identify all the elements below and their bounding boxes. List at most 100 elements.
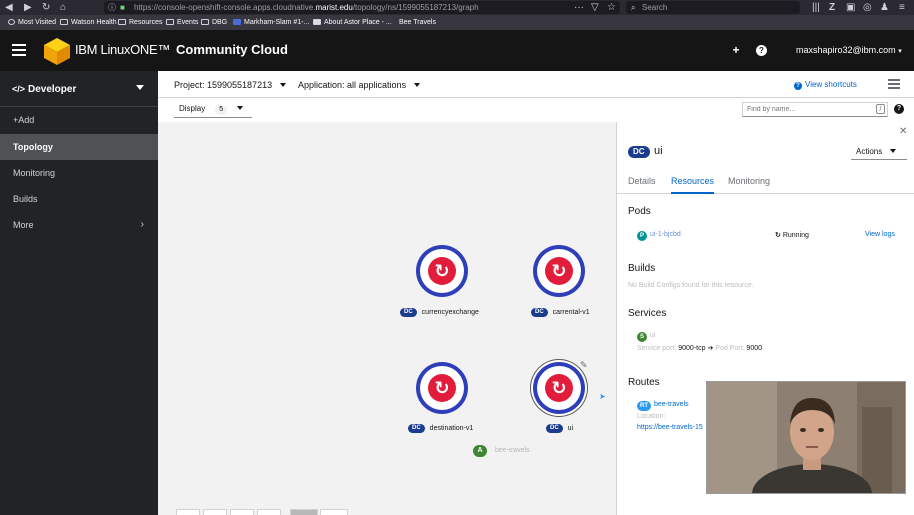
page-actions-icon[interactable]: ··· bbox=[574, 0, 584, 15]
pod-link[interactable]: Pui-1-bjcbd bbox=[637, 231, 681, 241]
dc-badge: DC bbox=[408, 424, 425, 433]
caret-down-icon bbox=[280, 83, 287, 87]
location-url[interactable]: https://bee-travels-15 bbox=[637, 424, 703, 431]
node-carrental-v1[interactable]: ↻ bbox=[533, 245, 585, 297]
node-currencyexchange[interactable]: ↻ bbox=[416, 245, 468, 297]
panel-tabs: Details Resources Monitoring bbox=[617, 170, 914, 194]
application-group-badge[interactable]: A bbox=[473, 445, 487, 457]
screenshot-icon[interactable]: ◎ bbox=[863, 0, 872, 15]
topology-canvas[interactable]: ↻ DC currencyexchange ↻ DC carrental-v1 ↻ … bbox=[158, 122, 616, 515]
bookmark-most-visited[interactable]: Most Visited bbox=[8, 15, 56, 30]
library-icon[interactable]: ||| bbox=[812, 0, 820, 15]
menu-icon[interactable]: ≡ bbox=[899, 0, 905, 15]
reset-view-button[interactable] bbox=[257, 509, 281, 515]
bookmark-watson-health[interactable]: Watson Health bbox=[60, 15, 117, 30]
close-icon[interactable]: ✕ bbox=[899, 126, 907, 137]
view-logs-link[interactable]: View logs bbox=[865, 231, 895, 238]
url-text: https://console-openshift-console.apps.c… bbox=[134, 3, 479, 12]
info-icon: ⓘ bbox=[108, 3, 116, 12]
sidebar-toggle-icon[interactable]: ▣ bbox=[846, 0, 855, 15]
sidebar-item-more[interactable]: More › bbox=[0, 212, 158, 238]
bookmark-dbg[interactable]: DBG bbox=[201, 15, 227, 30]
display-count-badge: 5 bbox=[215, 105, 228, 115]
openshift-icon: ↻ bbox=[545, 374, 573, 402]
tab-monitoring[interactable]: Monitoring bbox=[728, 170, 770, 194]
zoom-out-button[interactable] bbox=[203, 509, 227, 515]
layout-1-button[interactable] bbox=[290, 509, 318, 515]
node-label-destination[interactable]: DC destination-v1 bbox=[408, 423, 473, 435]
url-bar[interactable]: ⓘ ■ https://console-openshift-console.ap… bbox=[104, 1, 620, 14]
node-label-ui[interactable]: DC ui bbox=[546, 423, 573, 435]
back-icon[interactable]: ◀ bbox=[5, 0, 13, 15]
bookmark-bee-travels[interactable]: Bee Travels bbox=[392, 15, 436, 30]
add-plus-icon[interactable]: + bbox=[729, 43, 743, 57]
extension-icon[interactable]: ♟ bbox=[880, 0, 889, 15]
zoom-in-button[interactable] bbox=[176, 509, 200, 515]
panel-dc-badge: DC bbox=[628, 146, 650, 158]
topology-toolbar: Display5 / ? bbox=[158, 98, 914, 121]
display-options-dropdown[interactable]: Display 5 bbox=[174, 102, 252, 118]
bookmark-astor-place[interactable]: About Astor Place - ... bbox=[313, 15, 392, 30]
service-port-line: Service port: 9000-tcp ➔ Pod Port: 9000 bbox=[637, 345, 762, 352]
sidebar-item-topology[interactable]: Topology bbox=[0, 134, 158, 160]
bookmark-resources[interactable]: Resources bbox=[118, 15, 162, 30]
list-view-icon[interactable] bbox=[888, 79, 900, 89]
home-icon[interactable]: ⌂ bbox=[60, 0, 66, 15]
application-dropdown[interactable]: Application: all applications bbox=[298, 80, 421, 90]
project-bar: Project: 1599055187213 Application: all … bbox=[158, 71, 914, 98]
caret-down-icon bbox=[890, 149, 897, 153]
edge-arrow-icon[interactable]: ➤ bbox=[599, 392, 606, 401]
sidebar-item-builds[interactable]: Builds bbox=[0, 186, 158, 212]
user-menu[interactable]: maxshapiro32@ibm.com ▾ bbox=[796, 45, 902, 55]
perspective-label: Developer bbox=[28, 84, 77, 95]
question-circle-icon: ? bbox=[794, 82, 802, 90]
chevron-right-icon: › bbox=[140, 219, 144, 230]
service-badge: S bbox=[637, 332, 647, 342]
search-icon: ⌕ bbox=[631, 3, 636, 12]
reload-icon[interactable]: ↻ bbox=[42, 0, 50, 15]
node-ui[interactable]: ↻ bbox=[533, 362, 585, 414]
pocket-icon[interactable]: ▽ bbox=[591, 0, 599, 15]
fit-to-screen-button[interactable] bbox=[230, 509, 254, 515]
tab-resources[interactable]: Resources bbox=[671, 170, 715, 194]
layout-2-button[interactable] bbox=[320, 509, 348, 515]
sidebar-item-add[interactable]: +Add bbox=[0, 107, 158, 133]
search-placeholder: Search bbox=[642, 3, 668, 12]
view-shortcuts-link[interactable]: ? View shortcuts bbox=[794, 80, 857, 90]
help-question-icon[interactable]: ? bbox=[756, 45, 767, 56]
builds-section-title: Builds bbox=[628, 263, 656, 274]
find-by-name-input[interactable] bbox=[742, 102, 888, 117]
caret-down-icon bbox=[414, 83, 421, 87]
route-badge: RT bbox=[637, 401, 651, 411]
bookmark-events[interactable]: Events bbox=[166, 15, 198, 30]
node-label-carrental[interactable]: DC carrental-v1 bbox=[531, 307, 590, 319]
tab-details[interactable]: Details bbox=[628, 170, 656, 194]
application-group-label[interactable]: bee-travels bbox=[495, 445, 530, 457]
dc-badge: DC bbox=[400, 308, 417, 317]
openshift-icon: ↻ bbox=[428, 374, 456, 402]
location-label: Location: bbox=[637, 413, 666, 420]
sidebar-item-more-label: More bbox=[13, 220, 34, 230]
edit-source-icon[interactable]: ✎ bbox=[580, 360, 588, 371]
project-dropdown[interactable]: Project: 1599055187213 bbox=[174, 80, 287, 90]
help-icon[interactable]: ? bbox=[894, 104, 904, 114]
pod-status: ↻ Running bbox=[775, 232, 809, 239]
sidebar-item-monitoring[interactable]: Monitoring bbox=[0, 160, 158, 186]
openshift-icon: ↻ bbox=[545, 257, 573, 285]
browser-search-input[interactable]: ⌕ Search bbox=[626, 1, 800, 14]
sync-icon: ↻ bbox=[775, 232, 781, 239]
dc-badge: DC bbox=[531, 308, 548, 317]
brand-community-cloud: Community Cloud bbox=[176, 42, 288, 57]
lock-icon: ■ bbox=[120, 3, 125, 12]
route-link[interactable]: RT bee-travels bbox=[637, 401, 689, 411]
node-label-currencyexchange[interactable]: DC currencyexchange bbox=[400, 307, 479, 319]
bookmark-star-icon[interactable]: ☆ bbox=[607, 0, 616, 15]
node-destination-v1[interactable]: ↻ bbox=[416, 362, 468, 414]
hamburger-menu-icon[interactable] bbox=[12, 42, 26, 58]
zotero-icon[interactable]: Z bbox=[829, 0, 835, 15]
actions-dropdown[interactable]: Actions bbox=[851, 144, 907, 160]
forward-icon[interactable]: ▶ bbox=[24, 0, 32, 15]
service-link[interactable]: Sui bbox=[637, 332, 655, 342]
bookmark-markham-slam[interactable]: Markham-Slam #1-... bbox=[233, 15, 309, 30]
perspective-switcher[interactable]: </> Developer bbox=[0, 71, 158, 107]
